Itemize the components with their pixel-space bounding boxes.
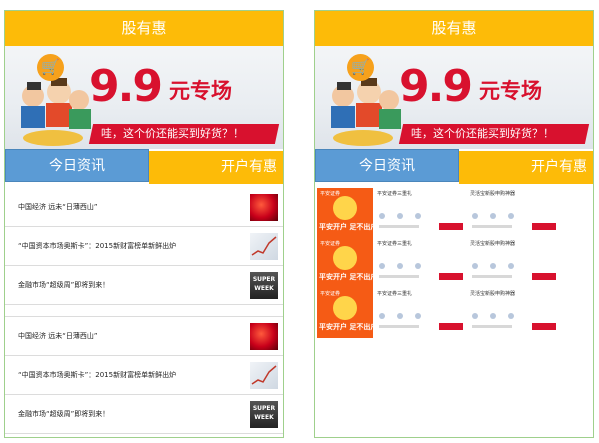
ad-button[interactable] [439,273,463,280]
ad-slogan: 平安开户 足不出户 [319,323,373,331]
news-title: 中国经济 远未“日薄西山” [18,332,98,340]
ad-cartoon-image: 平安证券 平安开户 足不出户 [317,238,373,288]
price-text: 9.9 [399,61,473,112]
price-text: 9.9 [89,61,163,112]
cartoon-face-icon [333,196,357,220]
divider [472,325,512,328]
red-abstract-image [250,323,278,350]
ad-brand: 平安证券 [320,291,341,297]
feature-icons [379,254,459,269]
cart-icon: 🛒 [347,54,374,81]
feature-icons [472,304,552,319]
ad-card-title: 平安证券三重礼 [377,191,413,197]
ad-card-title: 灵活宝新股申购神器 [470,241,516,247]
news-title: 中国经济 远未“日薄西山” [18,203,98,211]
page-title: 股有惠 [315,11,593,46]
ad-card[interactable]: 灵活宝新股申购神器 [470,190,558,236]
ad-list: 平安证券 平安开户 足不出户 平安证券三重礼 灵活宝新股申购神器 平安证券 平安… [315,188,593,338]
ad-button[interactable] [532,223,556,230]
ad-slogan: 平安开户 足不出户 [319,273,373,281]
cartoon-face-icon [333,246,357,270]
promo-banner[interactable]: 🛒 9.9 元专场 哇，这个价还能买到好货？！ [5,46,283,149]
list-item[interactable]: 金融市场“超级周”即将到来！ SUPER WEEK [5,395,283,434]
phone-account-screen: 股有惠 🛒 9.9 元专场 哇，这个价还能买到好货？！ 今日资讯 开户有惠 平安… [314,10,594,438]
ad-card[interactable]: 灵活宝新股申购神器 [470,290,558,336]
news-title: 金融市场“超级周”即将到来！ [18,410,110,418]
feature-icons [472,254,552,269]
cartoon-face-icon [333,296,357,320]
divider [472,275,512,278]
divider [379,275,419,278]
ad-button[interactable] [439,223,463,230]
special-text: 元专场 [169,79,232,103]
tab-bar: 今日资讯 开户有惠 [315,149,593,184]
special-text: 元专场 [479,79,542,103]
tab-news[interactable]: 今日资讯 [5,149,149,182]
tab-news[interactable]: 今日资讯 [315,149,459,182]
news-title: 金融市场“超级周”即将到来！ [18,281,110,289]
tab-account[interactable]: 开户有惠 [149,151,283,184]
ad-row[interactable]: 平安证券 平安开户 足不出户 平安证券三重礼 灵活宝新股申购神器 [315,238,593,288]
super-week-image: SUPER WEEK [250,272,278,299]
divider [5,305,283,317]
news-list: 中国经济 远未“日薄西山” “中国资本市场奥斯卡”：2015新财富榜单新鲜出炉 … [5,188,283,434]
ad-row[interactable]: 平安证券 平安开户 足不出户 平安证券三重礼 灵活宝新股申购神器 [315,288,593,338]
super-week-image: SUPER WEEK [250,401,278,428]
chart-image [250,233,278,260]
cart-icon: 🛒 [37,54,64,81]
slogan-text: 哇，这个价还能买到好货？！ [411,127,554,140]
ad-cartoon-image: 平安证券 平安开户 足不出户 [317,188,373,238]
ad-slogan: 平安开户 足不出户 [319,223,373,231]
divider [379,325,419,328]
divider [472,225,512,228]
ad-brand: 平安证券 [320,191,341,197]
tab-account[interactable]: 开户有惠 [459,151,593,184]
ad-cartoon-image: 平安证券 平安开户 足不出户 [317,288,373,338]
ad-card[interactable]: 灵活宝新股申购神器 [470,240,558,286]
ad-card-title: 灵活宝新股申购神器 [470,291,516,297]
list-item[interactable]: 金融市场“超级周”即将到来！ SUPER WEEK [5,266,283,305]
ad-card[interactable]: 平安证券三重礼 [377,240,465,286]
chart-image [250,362,278,389]
ad-card-title: 平安证券三重礼 [377,291,413,297]
ad-card[interactable]: 平安证券三重礼 [377,190,465,236]
phone-news-screen: 股有惠 🛒 9.9 元专场 哇，这个价还能买到好货？！ 今日资讯 开户有惠 中国… [4,10,284,438]
ad-card[interactable]: 平安证券三重礼 [377,290,465,336]
list-item[interactable]: 中国经济 远未“日薄西山” [5,317,283,356]
list-item[interactable]: “中国资本市场奥斯卡”：2015新财富榜单新鲜出炉 [5,227,283,266]
slogan-text: 哇，这个价还能买到好货？！ [101,127,244,140]
ad-card-title: 灵活宝新股申购神器 [470,191,516,197]
list-item[interactable]: 中国经济 远未“日薄西山” [5,188,283,227]
feature-icons [379,304,459,319]
ad-card-title: 平安证券三重礼 [377,241,413,247]
ad-brand: 平安证券 [320,241,341,247]
ad-row[interactable]: 平安证券 平安开户 足不出户 平安证券三重礼 灵活宝新股申购神器 [315,188,593,238]
news-title: “中国资本市场奥斯卡”：2015新财富榜单新鲜出炉 [18,242,177,250]
ad-button[interactable] [532,323,556,330]
divider [379,225,419,228]
feature-icons [472,204,552,219]
promo-banner[interactable]: 🛒 9.9 元专场 哇，这个价还能买到好货？！ [315,46,593,149]
feature-icons [379,204,459,219]
ad-button[interactable] [532,273,556,280]
ad-button[interactable] [439,323,463,330]
news-title: “中国资本市场奥斯卡”：2015新财富榜单新鲜出炉 [18,371,177,379]
list-item[interactable]: “中国资本市场奥斯卡”：2015新财富榜单新鲜出炉 [5,356,283,395]
red-abstract-image [250,194,278,221]
page-title: 股有惠 [5,11,283,46]
tab-bar: 今日资讯 开户有惠 [5,149,283,184]
